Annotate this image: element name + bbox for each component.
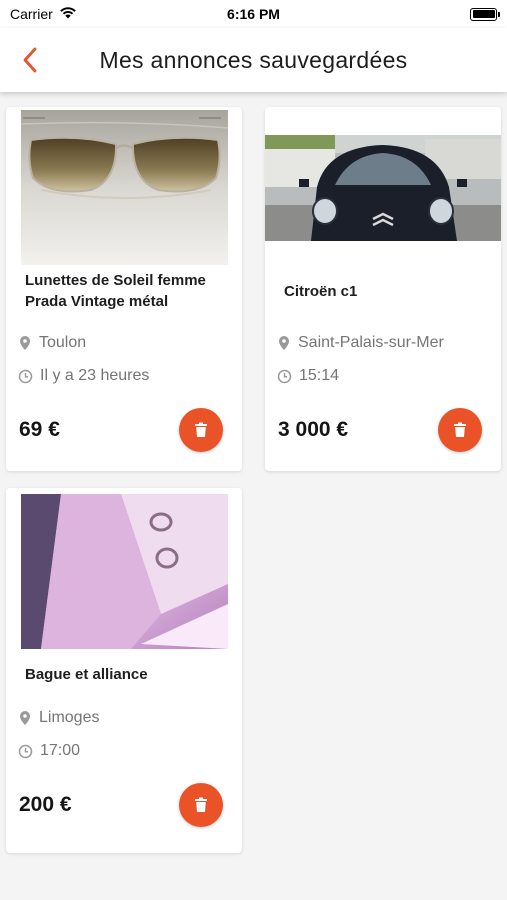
trash-icon [195, 797, 207, 812]
listing-location: Toulon [18, 334, 86, 352]
page-title: Mes annonces sauvegardées [99, 46, 408, 73]
time-text: 17:00 [40, 742, 81, 759]
time-text: 15:14 [299, 367, 340, 384]
back-button[interactable] [14, 42, 46, 78]
saved-listings-grid: Lunettes de Soleil femme Prada Vintage m… [0, 92, 507, 900]
listing-card[interactable]: Lunettes de Soleil femme Prada Vintage m… [6, 107, 242, 471]
listing-title: Bague et alliance [25, 666, 148, 683]
delete-button[interactable] [438, 408, 482, 452]
listing-image [21, 494, 228, 649]
delete-button[interactable] [179, 408, 223, 452]
delete-button[interactable] [179, 783, 223, 827]
listing-time: 15:14 [277, 367, 339, 385]
carrier-label: Carrier [10, 6, 53, 22]
listing-price: 3 000 € [278, 418, 349, 441]
location-text: Toulon [39, 334, 87, 351]
listing-card[interactable]: Citroën c1 Saint-Palais-sur-Mer 15:14 3 … [265, 107, 501, 471]
time-text: Il y a 23 heures [40, 367, 150, 384]
listing-price: 69 € [19, 418, 60, 441]
location-pin-icon [20, 711, 30, 725]
listing-title: Citroën c1 [284, 283, 358, 300]
wifi-icon [59, 6, 77, 22]
listing-time: Il y a 23 heures [18, 367, 149, 385]
listing-location: Limoges [18, 709, 99, 727]
listing-title: Lunettes de Soleil femme Prada Vintage m… [25, 272, 206, 310]
clock-icon [277, 369, 292, 383]
chevron-left-icon [23, 47, 37, 73]
clock-icon [18, 744, 33, 758]
listing-image [21, 110, 228, 265]
listing-card[interactable]: Bague et alliance Limoges 17:00 200 € [6, 488, 242, 853]
listing-time: 17:00 [18, 742, 80, 760]
trash-icon [454, 422, 466, 437]
listing-price: 200 € [19, 793, 72, 816]
navigation-bar: Mes annonces sauvegardées [0, 28, 507, 92]
battery-icon [470, 7, 500, 21]
location-text: Limoges [39, 709, 100, 726]
clock-icon [18, 369, 33, 383]
listing-location: Saint-Palais-sur-Mer [277, 334, 444, 352]
listing-image [265, 135, 501, 241]
trash-icon [195, 422, 207, 437]
carrier-group: Carrier [10, 6, 77, 22]
location-pin-icon [20, 336, 30, 350]
location-text: Saint-Palais-sur-Mer [298, 334, 444, 351]
location-pin-icon [279, 336, 289, 350]
status-bar: Carrier 6:16 PM [0, 0, 507, 28]
